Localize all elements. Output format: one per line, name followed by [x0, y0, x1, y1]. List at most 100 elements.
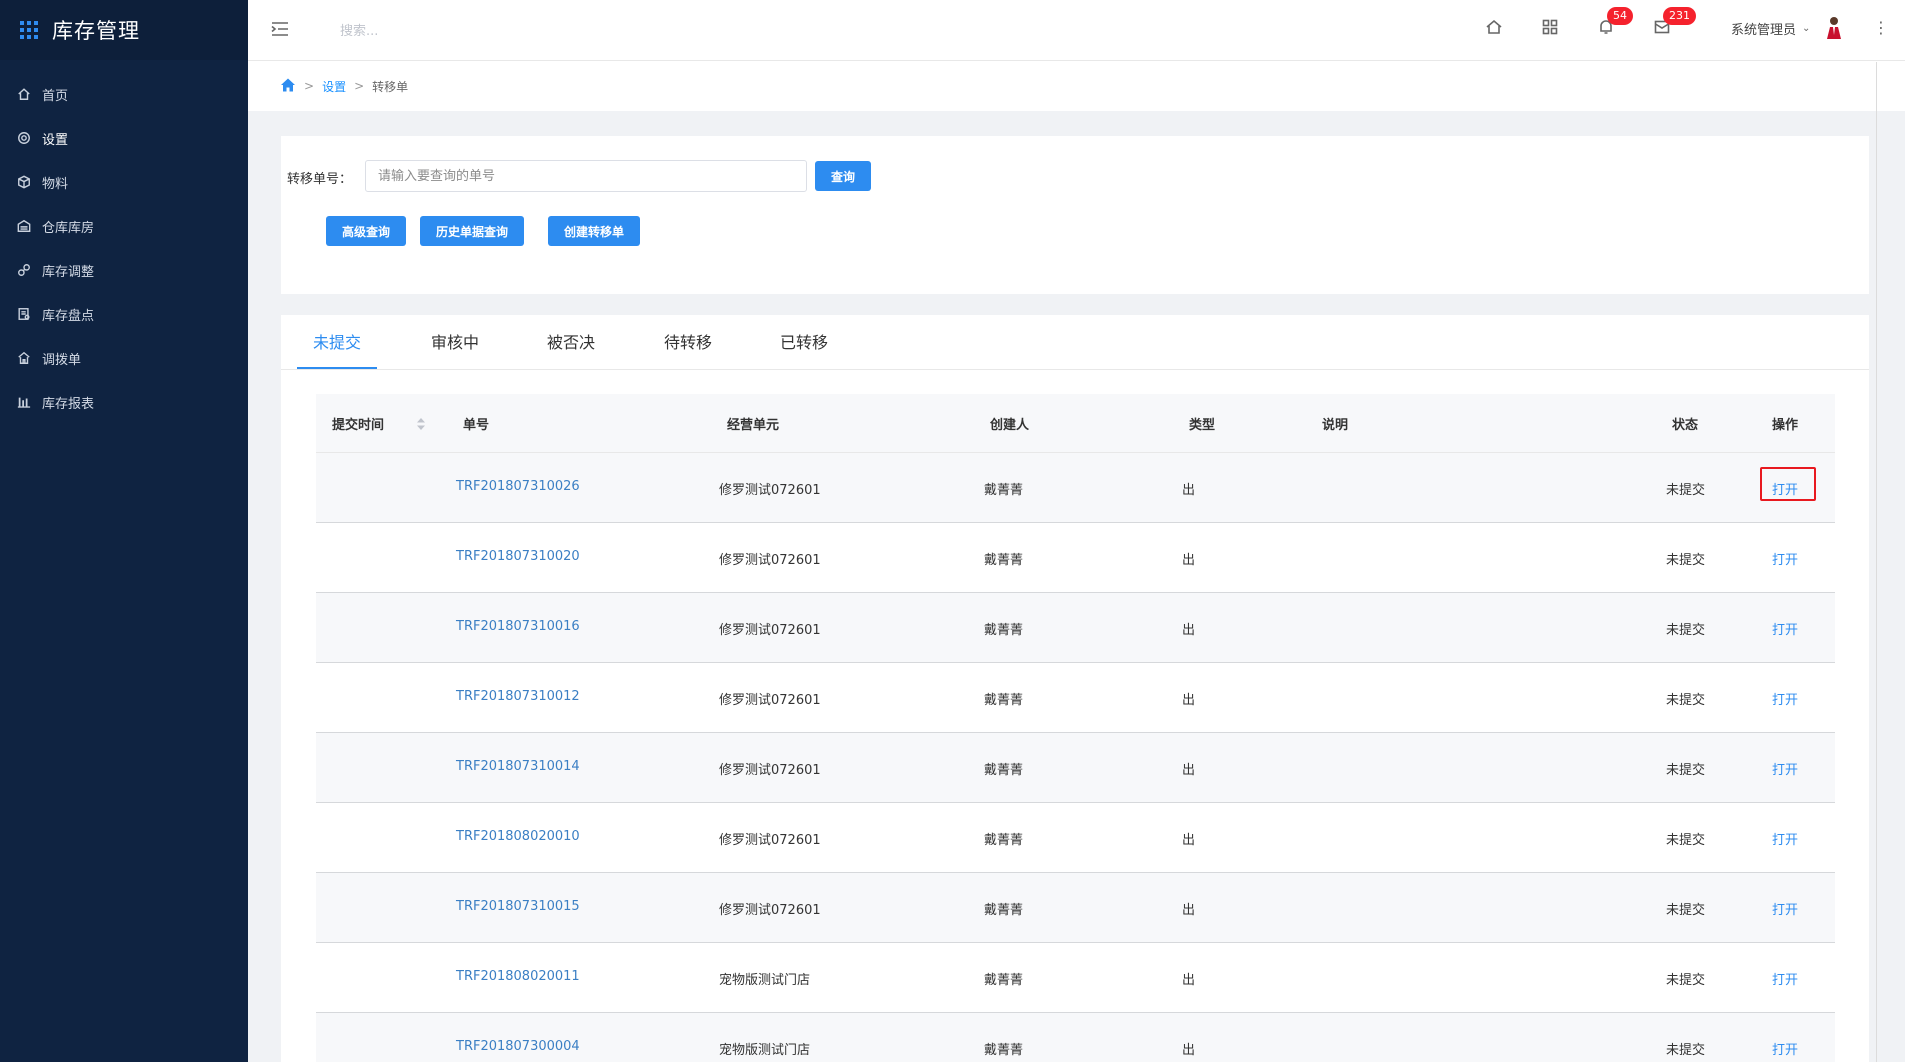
- type-cell: 出: [1182, 483, 1196, 498]
- top-header: 搜索... 54 231 系统管理员 ⌄ ⋮: [248, 0, 1905, 61]
- transfer-number-link[interactable]: TRF201807310014: [456, 759, 580, 774]
- home-icon[interactable]: [280, 77, 296, 96]
- sidebar-item-transfer[interactable]: 调拨单: [0, 336, 248, 380]
- creator-cell: 戴菁菁: [984, 973, 1024, 988]
- notification-bell-icon[interactable]: 54: [1597, 7, 1633, 38]
- history-query-button[interactable]: 历史单据查询: [420, 216, 524, 246]
- unit-cell: 修罗测试072601: [719, 763, 821, 778]
- tab-rejected[interactable]: 被否决: [547, 329, 595, 369]
- transfer-number-link[interactable]: TRF201807310012: [456, 689, 580, 704]
- type-cell: 出: [1182, 1043, 1196, 1058]
- sidebar-item-settings[interactable]: 设置: [0, 116, 248, 160]
- sidebar-item-label: 仓库库房: [42, 220, 95, 236]
- sidebar-item-label: 调拨单: [42, 352, 82, 368]
- column-header-submit-time[interactable]: 提交时间: [332, 414, 384, 433]
- open-button[interactable]: 打开: [1772, 549, 1798, 568]
- type-cell: 出: [1182, 973, 1196, 988]
- open-button[interactable]: 打开: [1772, 899, 1798, 918]
- sidebar-item-report[interactable]: 库存报表: [0, 380, 248, 424]
- transfer-number-link[interactable]: TRF201808020011: [456, 969, 580, 984]
- tab-pending-transfer[interactable]: 待转移: [664, 329, 712, 369]
- sort-icon[interactable]: [416, 417, 426, 431]
- menu-toggle-icon[interactable]: [270, 19, 290, 39]
- transfer-number-link[interactable]: TRF201807310015: [456, 899, 580, 914]
- transfer-number-link[interactable]: TRF201808020010: [456, 829, 580, 844]
- open-button[interactable]: 打开: [1772, 1039, 1798, 1058]
- avatar[interactable]: [1823, 15, 1845, 41]
- open-button[interactable]: 打开: [1772, 619, 1798, 638]
- unit-cell: 修罗测试072601: [719, 483, 821, 498]
- status-cell: 未提交: [1666, 763, 1706, 778]
- sidebar-item-label: 库存报表: [42, 396, 95, 412]
- header-search[interactable]: 搜索...: [340, 20, 378, 39]
- open-button[interactable]: 打开: [1772, 479, 1798, 498]
- transfer-number-link[interactable]: TRF201807310026: [456, 479, 580, 494]
- open-button[interactable]: 打开: [1772, 829, 1798, 848]
- transfer-number-link[interactable]: TRF201807310016: [456, 619, 580, 634]
- open-button[interactable]: 打开: [1772, 759, 1798, 778]
- user-menu[interactable]: 系统管理员 ⌄: [1731, 19, 1810, 38]
- bar-chart-icon: [16, 394, 32, 410]
- breadcrumb-settings-link[interactable]: 设置: [322, 78, 346, 95]
- transfer-number-link[interactable]: TRF201807300004: [456, 1039, 580, 1054]
- sidebar: 库存管理 首页 设置 物料 仓库库房 库存调整 库存盘点 调拨单 库存报表: [0, 0, 248, 1062]
- apps-grid-icon[interactable]: [1541, 18, 1561, 38]
- message-icon[interactable]: 231: [1653, 7, 1696, 38]
- transfer-table: 提交时间 单号 经营单元 创建人 类型 说明 状态 操作 TRF20180731…: [316, 394, 1835, 1062]
- sidebar-item-label: 库存调整: [42, 264, 95, 280]
- scrollbar-track[interactable]: [1876, 62, 1877, 1062]
- sidebar-item-label: 首页: [42, 88, 69, 104]
- sidebar-item-stock-check[interactable]: 库存盘点: [0, 292, 248, 336]
- sidebar-menu: 首页 设置 物料 仓库库房 库存调整 库存盘点 调拨单 库存报表: [0, 72, 248, 424]
- type-cell: 出: [1182, 903, 1196, 918]
- status-tabs: 未提交 审核中 被否决 待转移 已转移: [281, 315, 1869, 370]
- transfer-number-link[interactable]: TRF201807310020: [456, 549, 580, 564]
- column-header-type: 类型: [1189, 418, 1216, 433]
- column-header-status: 状态: [1672, 418, 1699, 433]
- tab-unsubmitted[interactable]: 未提交: [297, 329, 377, 369]
- breadcrumb-separator: >: [354, 79, 365, 93]
- unit-cell: 修罗测试072601: [719, 623, 821, 638]
- column-header-creator: 创建人: [990, 418, 1030, 433]
- message-count-badge: 231: [1663, 7, 1696, 25]
- table-row: TRF201807310014 修罗测试072601 戴菁菁 出 未提交 打开: [316, 733, 1835, 803]
- chevron-down-icon: ⌄: [1802, 23, 1811, 34]
- breadcrumb-separator: >: [304, 79, 315, 93]
- table-row: TRF201807310015 修罗测试072601 戴菁菁 出 未提交 打开: [316, 873, 1835, 943]
- table-row: TRF201807310026 修罗测试072601 戴菁菁 出 未提交 打开: [316, 453, 1835, 523]
- tab-transferred[interactable]: 已转移: [780, 329, 828, 369]
- cube-icon: [16, 174, 32, 190]
- query-button[interactable]: 查询: [815, 161, 871, 191]
- open-button[interactable]: 打开: [1772, 689, 1798, 708]
- sidebar-item-materials[interactable]: 物料: [0, 160, 248, 204]
- transfer-number-input[interactable]: [365, 160, 807, 192]
- home-icon[interactable]: [1485, 18, 1505, 38]
- gear-icon: [16, 130, 32, 146]
- table-row: TRF201807310012 修罗测试072601 戴菁菁 出 未提交 打开: [316, 663, 1835, 733]
- create-transfer-button[interactable]: 创建转移单: [548, 216, 640, 246]
- tab-reviewing[interactable]: 审核中: [431, 329, 479, 369]
- sidebar-item-home[interactable]: 首页: [0, 72, 248, 116]
- status-cell: 未提交: [1666, 1043, 1706, 1058]
- status-cell: 未提交: [1666, 833, 1706, 848]
- sidebar-item-warehouse[interactable]: 仓库库房: [0, 204, 248, 248]
- column-header-note: 说明: [1322, 418, 1349, 433]
- advanced-query-button[interactable]: 高级查询: [326, 216, 406, 246]
- column-header-number: 单号: [463, 418, 490, 433]
- open-button[interactable]: 打开: [1772, 969, 1798, 988]
- creator-cell: 戴菁菁: [984, 623, 1024, 638]
- sidebar-item-label: 库存盘点: [42, 308, 95, 324]
- table-header: 提交时间 单号 经营单元 创建人 类型 说明 状态 操作: [316, 394, 1835, 453]
- sidebar-item-stock-adjust[interactable]: 库存调整: [0, 248, 248, 292]
- table-row: TRF201807310016 修罗测试072601 戴菁菁 出 未提交 打开: [316, 593, 1835, 663]
- adjust-icon: [16, 262, 32, 278]
- transfer-list-card: 未提交 审核中 被否决 待转移 已转移 提交时间 单号 经营单元 创建人 类型 …: [281, 315, 1869, 1062]
- column-header-action: 操作: [1772, 418, 1799, 433]
- inventory-check-icon: [16, 306, 32, 322]
- more-vertical-icon[interactable]: ⋮: [1873, 18, 1889, 37]
- status-cell: 未提交: [1666, 553, 1706, 568]
- table-row: TRF201807300004 宠物版测试门店 戴菁菁 出 未提交 打开: [316, 1013, 1835, 1062]
- status-cell: 未提交: [1666, 483, 1706, 498]
- app-logo[interactable]: 库存管理: [0, 0, 248, 60]
- status-cell: 未提交: [1666, 623, 1706, 638]
